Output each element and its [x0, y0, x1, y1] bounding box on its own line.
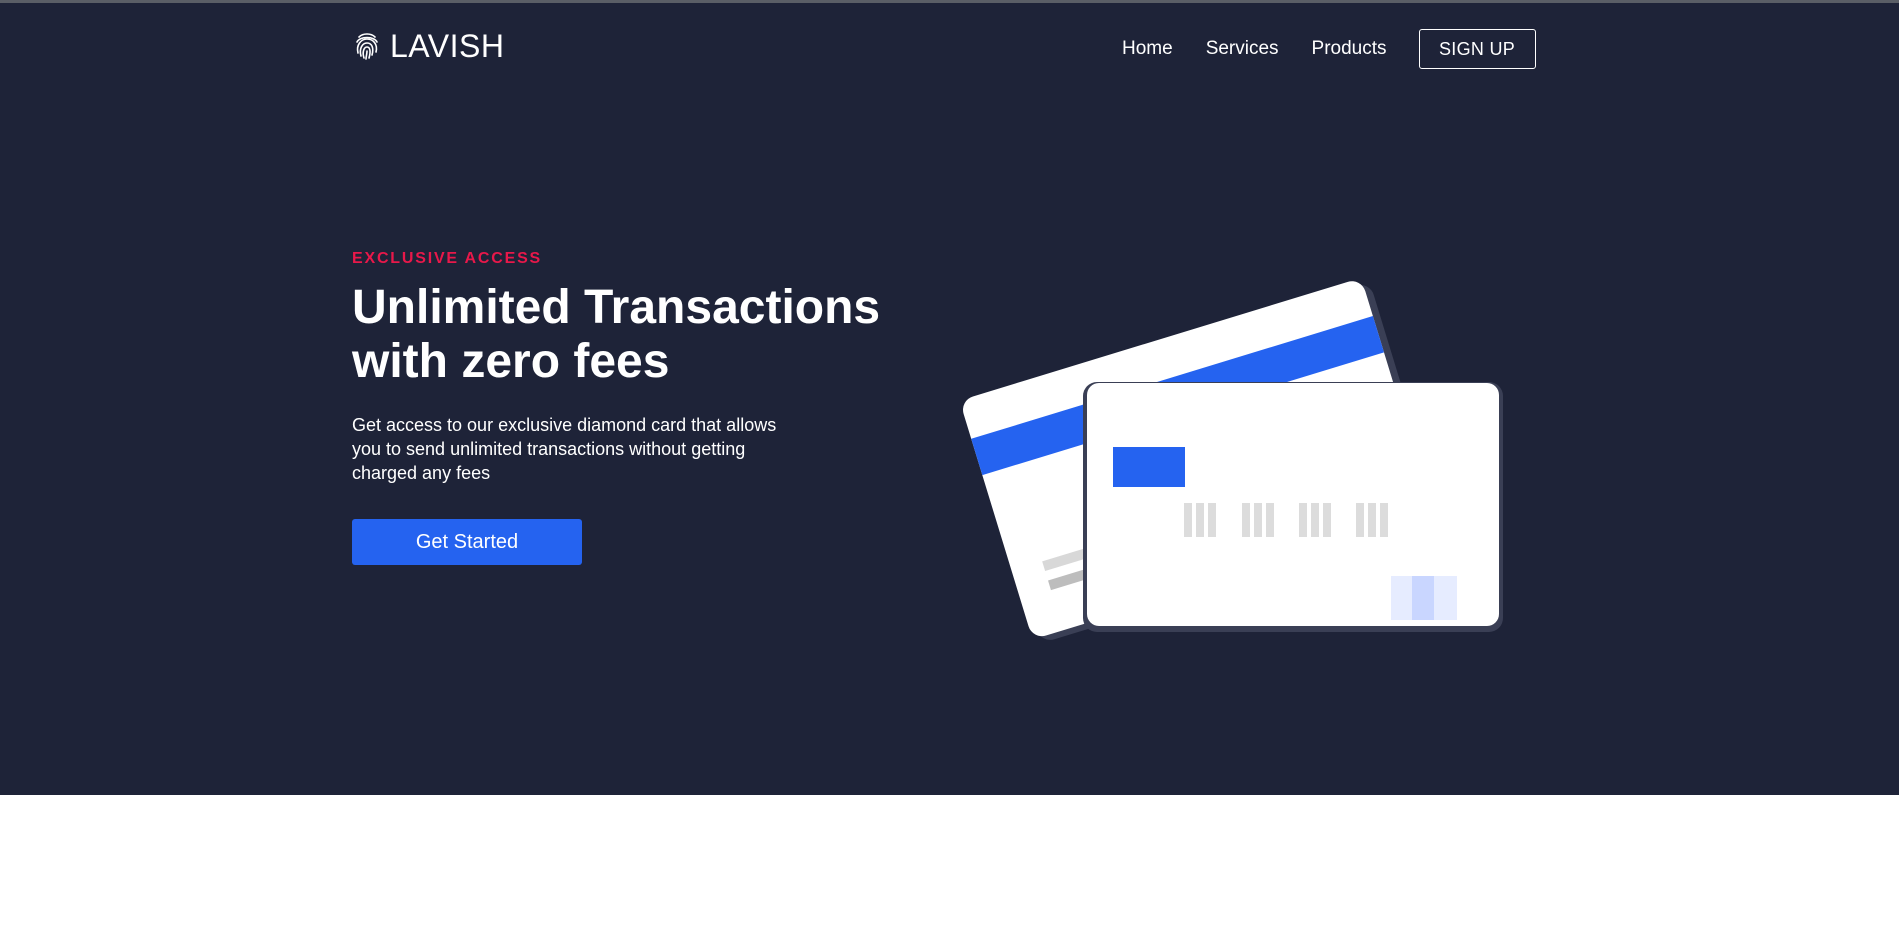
credit-cards-illustration — [963, 281, 1503, 640]
hero-section: LAVISH Home Services Products SIGN UP EX… — [0, 3, 1899, 795]
nav-link-home[interactable]: Home — [1122, 34, 1173, 64]
fingerprint-icon — [356, 33, 378, 60]
hero-eyebrow: EXCLUSIVE ACCESS — [352, 250, 543, 267]
hero-description-line3: charged any fees — [352, 463, 491, 483]
hero-description: Get access to our exclusive diamond card… — [352, 413, 812, 485]
front-card — [1083, 382, 1503, 632]
hero-headline: Unlimited Transactions with zero fees — [352, 281, 952, 389]
get-started-button[interactable]: Get Started — [352, 519, 582, 565]
nav-link-products[interactable]: Products — [1312, 34, 1387, 64]
hero-description-line1: Get access to our exclusive diamond card… — [352, 415, 777, 435]
sign-up-button[interactable]: SIGN UP — [1418, 29, 1536, 69]
main-nav: Home Services Products SIGN UP — [1122, 29, 1536, 69]
brand-logo[interactable]: LAVISH — [352, 27, 504, 65]
hero-description-line2: you to send unlimited transactions witho… — [352, 439, 746, 459]
brand-name: LAVISH — [390, 28, 505, 64]
hero-headline-line1: Unlimited Transactions — [352, 281, 881, 334]
nav-link-services[interactable]: Services — [1206, 34, 1279, 64]
hero-headline-line2: with zero fees — [352, 335, 670, 388]
card-chip — [1113, 447, 1185, 487]
